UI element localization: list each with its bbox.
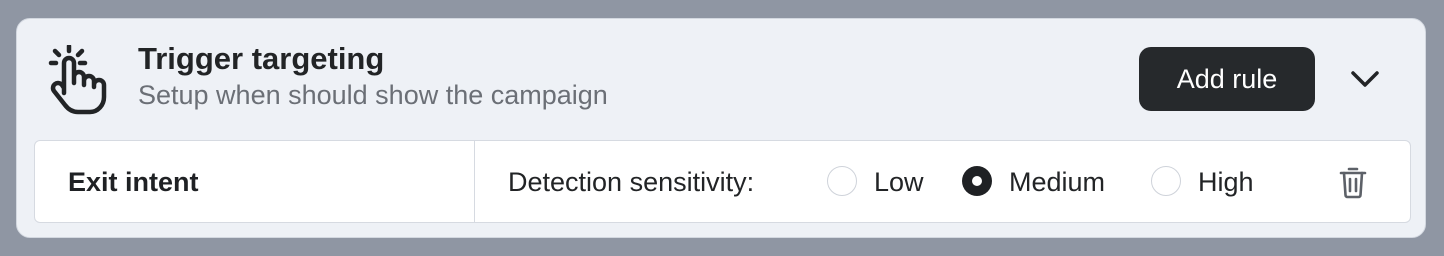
sensitivity-option-medium[interactable]: Medium bbox=[962, 165, 1122, 199]
tap-hand-icon bbox=[48, 45, 107, 115]
radio-label-high: High bbox=[1198, 167, 1254, 197]
card-header: Trigger targeting Setup when should show… bbox=[17, 19, 1425, 141]
sensitivity-option-high[interactable]: High bbox=[1151, 165, 1261, 199]
sensitivity-label: Detection sensitivity: bbox=[508, 167, 755, 197]
trigger-targeting-card: Trigger targeting Setup when should show… bbox=[16, 18, 1426, 238]
sensitivity-option-low[interactable]: Low bbox=[827, 165, 937, 199]
section-title: Trigger targeting bbox=[138, 41, 385, 76]
section-subtitle: Setup when should show the campaign bbox=[138, 80, 608, 110]
trash-icon[interactable] bbox=[1338, 165, 1368, 199]
radio-medium-checked[interactable] bbox=[962, 166, 992, 196]
add-rule-button[interactable]: Add rule bbox=[1139, 47, 1315, 111]
radio-label-low: Low bbox=[874, 167, 924, 197]
radio-high-unchecked[interactable] bbox=[1151, 166, 1181, 196]
rule-row-exit-intent: Exit intent Detection sensitivity: Low M… bbox=[34, 140, 1411, 223]
radio-low-unchecked[interactable] bbox=[827, 166, 857, 196]
chevron-down-icon[interactable] bbox=[1347, 63, 1383, 95]
rule-name: Exit intent bbox=[68, 167, 199, 197]
radio-label-medium: Medium bbox=[1009, 167, 1106, 197]
column-divider bbox=[474, 141, 475, 222]
